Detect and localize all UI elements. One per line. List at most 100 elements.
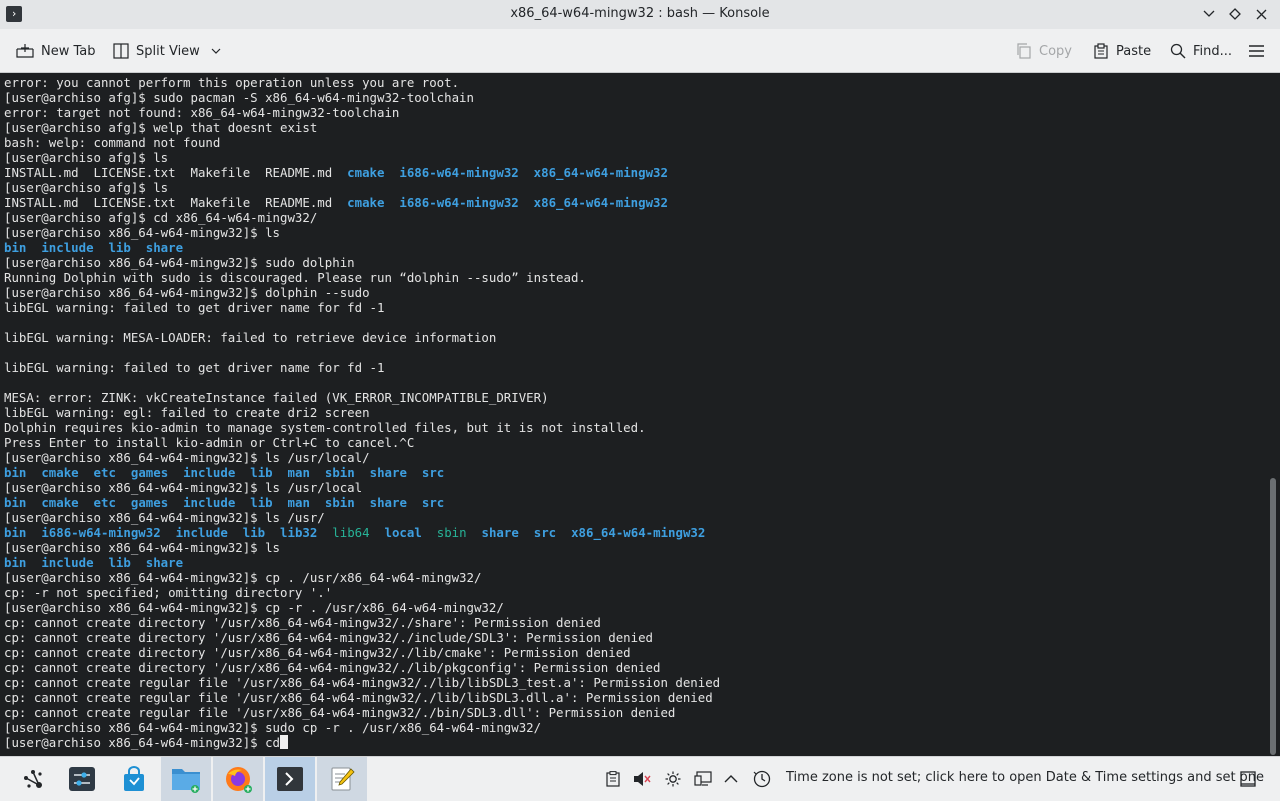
clipboard-icon — [606, 771, 620, 787]
folder-icon — [172, 769, 200, 793]
find-button[interactable]: Find... — [1170, 39, 1232, 63]
directory-name: bin — [4, 555, 27, 570]
directory-name: lib — [108, 555, 131, 570]
taskbar: Time zone is not set; click here to open… — [0, 756, 1280, 801]
timezone-notice[interactable]: Time zone is not set; click here to open… — [786, 770, 1264, 785]
terminal-text: [user@archiso x86_64-w64-mingw32]$ sudo … — [4, 255, 355, 270]
copy-button[interactable]: Copy — [1016, 39, 1072, 63]
terminal-text: [user@archiso x86_64-w64-mingw32]$ ls /u… — [4, 480, 363, 495]
directory-name: include — [41, 555, 94, 570]
terminal-scrollbar[interactable] — [1270, 478, 1276, 755]
close-button[interactable] — [1252, 4, 1270, 24]
terminal-line: cp: cannot create directory '/usr/x86_64… — [4, 645, 720, 660]
directory-name: bin — [4, 465, 27, 480]
terminal-text: cp: -r not specified; omitting directory… — [4, 585, 333, 600]
brightness-tray-icon[interactable] — [663, 769, 683, 789]
directory-name: x86_64-w64-mingw32 — [571, 525, 706, 540]
terminal-line: [user@archiso afg]$ ls — [4, 150, 720, 165]
konsole-task[interactable] — [265, 757, 315, 801]
terminal-line: cp: cannot create regular file '/usr/x86… — [4, 675, 720, 690]
volume-tray-icon[interactable] — [632, 769, 652, 789]
terminal-line: [user@archiso x86_64-w64-mingw32]$ ls /u… — [4, 450, 720, 465]
terminal-text: [user@archiso x86_64-w64-mingw32]$ dolph… — [4, 285, 370, 300]
maximize-button[interactable] — [1226, 4, 1244, 24]
directory-name: man — [287, 465, 310, 480]
split-view-label: Split View — [136, 43, 200, 59]
terminal-line: libEGL warning: egl: failed to create dr… — [4, 405, 720, 420]
directory-name: share — [369, 465, 407, 480]
terminal-text: [user@archiso afg]$ sudo pacman -S x86_6… — [4, 90, 474, 105]
terminal-line: bin include lib share — [4, 555, 720, 570]
firefox-task[interactable] — [213, 757, 263, 801]
terminal-text: Press Enter to install kio-admin or Ctrl… — [4, 435, 415, 450]
system-settings-task[interactable] — [57, 757, 107, 801]
directory-name: local — [384, 525, 422, 540]
paste-button[interactable]: Paste — [1093, 39, 1151, 63]
show-hidden-tray-button[interactable] — [721, 769, 741, 789]
terminal-text: [user@archiso x86_64-w64-mingw32]$ ls — [4, 540, 281, 555]
kde-launcher-icon — [24, 770, 42, 788]
hamburger-menu-button[interactable] — [1248, 39, 1265, 63]
new-tab-label: New Tab — [41, 43, 96, 59]
terminal-text: [user@archiso x86_64-w64-mingw32]$ cp -r… — [4, 600, 504, 615]
terminal-text: INSTALL.md LICENSE.txt Makefile README.m… — [4, 195, 348, 210]
display-tray-icon[interactable] — [693, 769, 713, 789]
terminal-line: [user@archiso x86_64-w64-mingw32]$ cp . … — [4, 570, 720, 585]
kate-task[interactable] — [317, 757, 367, 801]
minimize-button[interactable] — [1200, 4, 1218, 24]
terminal-line: bin cmake etc games include lib man sbin… — [4, 495, 720, 510]
new-tab-button[interactable]: New Tab — [16, 39, 96, 63]
directory-name: cmake — [41, 495, 79, 510]
hamburger-menu-icon — [1249, 45, 1264, 57]
clock-tray-icon[interactable] — [752, 769, 772, 789]
terminal-line: [user@archiso afg]$ welp that doesnt exi… — [4, 120, 720, 135]
new-tab-icon — [16, 44, 34, 58]
chevron-up-icon — [724, 775, 738, 783]
terminal-line: bin include lib share — [4, 240, 720, 255]
terminal-line: [user@archiso afg]$ sudo pacman -S x86_6… — [4, 90, 720, 105]
terminal-view[interactable]: error: you cannot perform this operation… — [0, 73, 1280, 756]
terminal-line: bin cmake etc games include lib man sbin… — [4, 465, 720, 480]
terminal-text: Dolphin requires kio-admin to manage sys… — [4, 420, 646, 435]
volume-muted-icon — [634, 772, 651, 786]
title-bar[interactable]: › x86_64-w64-mingw32 : bash — Konsole — [0, 0, 1280, 29]
directory-name: lib — [250, 495, 273, 510]
discover-task[interactable] — [109, 757, 159, 801]
directory-name: include — [183, 495, 236, 510]
terminal-text: [user@archiso x86_64-w64-mingw32]$ ls /u… — [4, 510, 325, 525]
directory-name: sbin — [324, 495, 355, 510]
terminal-line: cp: cannot create directory '/usr/x86_64… — [4, 660, 720, 675]
terminal-text: libEGL warning: MESA-LOADER: failed to r… — [4, 330, 497, 345]
directory-name: include — [175, 525, 228, 540]
terminal-text: libEGL warning: failed to get driver nam… — [4, 360, 385, 375]
terminal-text: cp: cannot create directory '/usr/x86_64… — [4, 660, 661, 675]
terminal-text: cp: cannot create regular file '/usr/x86… — [4, 705, 676, 720]
dolphin-task[interactable] — [161, 757, 211, 801]
terminal-text: libEGL warning: egl: failed to create dr… — [4, 405, 370, 420]
directory-name: lib — [250, 465, 273, 480]
app-launcher-button[interactable] — [8, 757, 58, 801]
directory-name: sbin — [324, 465, 355, 480]
terminal-text: [user@archiso x86_64-w64-mingw32]$ sudo … — [4, 720, 542, 735]
show-desktop-button[interactable] — [1238, 769, 1258, 789]
split-view-button[interactable]: Split View — [113, 39, 221, 63]
terminal-text: [user@archiso x86_64-w64-mingw32]$ ls — [4, 225, 281, 240]
copy-label: Copy — [1039, 43, 1072, 59]
terminal-icon — [277, 767, 303, 791]
directory-name: man — [287, 495, 310, 510]
terminal-text: [user@archiso x86_64-w64-mingw32]$ ls /u… — [4, 450, 370, 465]
clipboard-tray-icon[interactable] — [603, 769, 623, 789]
